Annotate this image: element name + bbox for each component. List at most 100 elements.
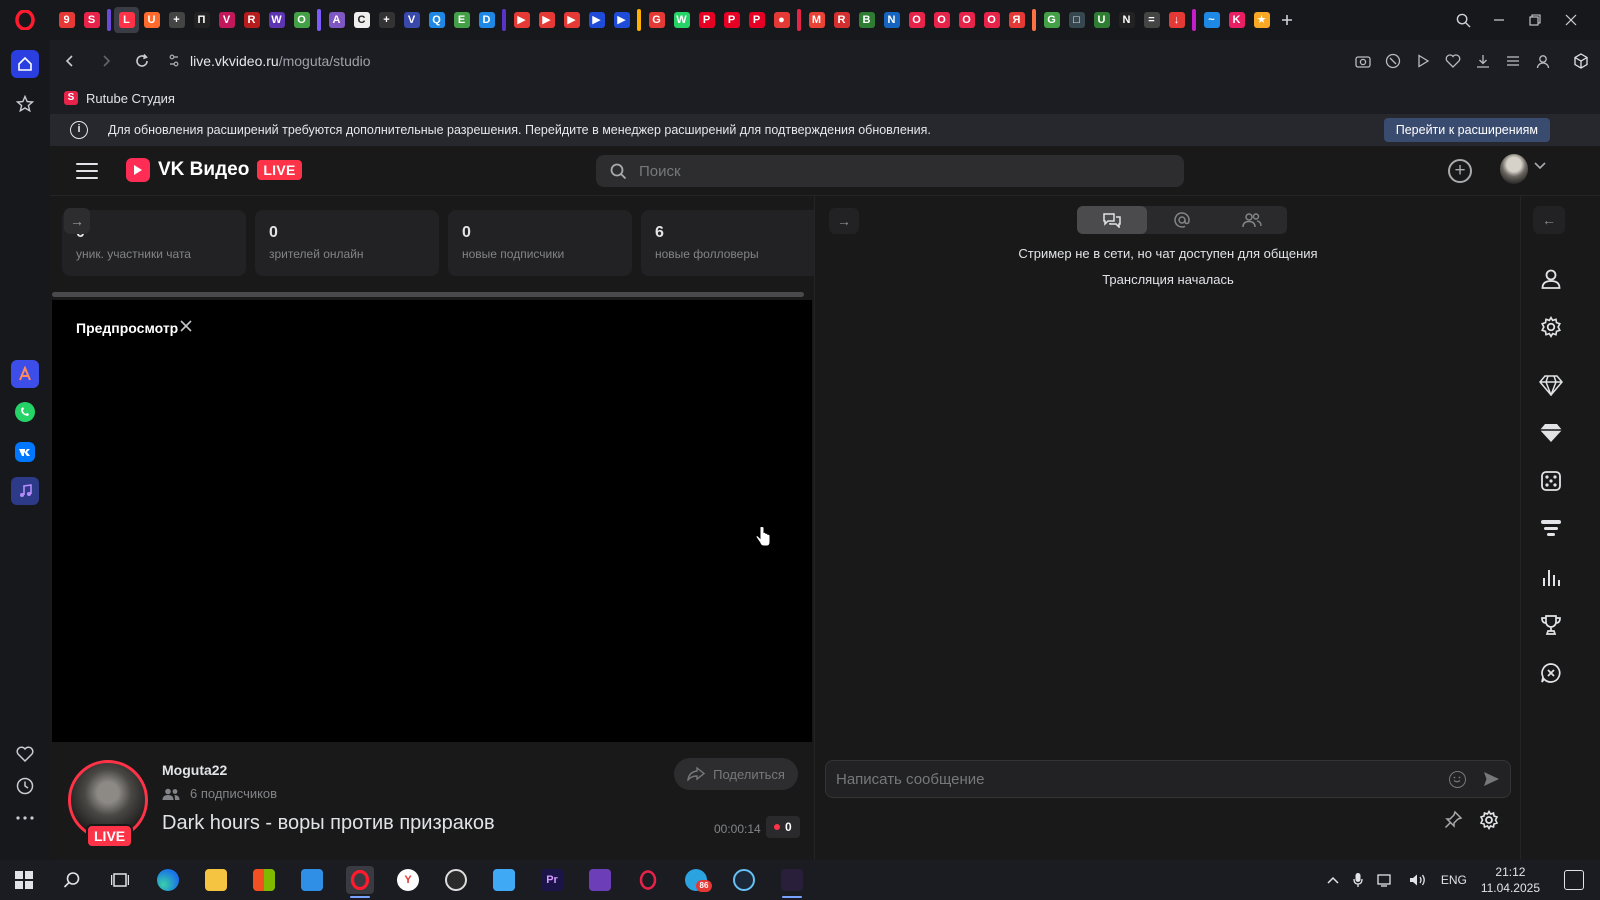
tab-13[interactable]: + (374, 7, 399, 33)
user-avatar[interactable] (1500, 154, 1528, 184)
adblock-shield-icon[interactable] (1383, 48, 1402, 74)
tab-25[interactable]: P (694, 7, 719, 33)
collapse-tools-arrow-icon[interactable]: ← (1533, 206, 1565, 234)
opera-logo-icon[interactable] (0, 0, 50, 40)
history-clock-icon[interactable] (11, 772, 39, 800)
opera-taskbar-icon[interactable] (346, 866, 374, 898)
minimize-window-button[interactable] (1488, 9, 1510, 31)
donation-goal-icon[interactable] (1538, 516, 1564, 542)
back-button[interactable] (54, 45, 86, 77)
edge-browser-icon[interactable] (154, 866, 182, 894)
tab-39[interactable]: □ (1064, 7, 1089, 33)
tab-8[interactable]: R (239, 7, 264, 33)
bookmark-heart-icon[interactable] (1443, 48, 1462, 74)
tab-20[interactable]: ▶ (559, 7, 584, 33)
search-input[interactable]: Поиск (596, 155, 1184, 187)
reload-button[interactable] (126, 45, 158, 77)
send-message-icon[interactable] (1482, 770, 1500, 788)
heart-icon[interactable] (11, 740, 39, 768)
tab-33[interactable]: O (904, 7, 929, 33)
search-tabs-icon[interactable] (1452, 9, 1474, 31)
vk-video-logo[interactable]: VK Видео LIVE (126, 158, 302, 182)
input-language[interactable]: ENG (1441, 873, 1467, 887)
tab-rutube[interactable]: S (79, 7, 104, 33)
obs-studio-icon[interactable] (442, 866, 470, 894)
tab-chat-messages[interactable] (1077, 206, 1147, 234)
premiere-pro-icon[interactable]: Pr (538, 866, 566, 894)
tab-7[interactable]: V (214, 7, 239, 33)
restore-window-button[interactable] (1524, 9, 1546, 31)
tab-24[interactable]: W (669, 7, 694, 33)
whatsapp-icon[interactable] (11, 398, 39, 426)
volume-icon[interactable] (1409, 873, 1427, 887)
yandex-browser-icon[interactable]: Y (394, 866, 422, 894)
share-button[interactable]: Поделиться (674, 758, 798, 790)
add-content-plus-icon[interactable]: + (1448, 159, 1472, 183)
profile-user-icon[interactable] (1538, 266, 1564, 292)
steam-icon[interactable] (730, 866, 758, 894)
tab-23[interactable]: G (644, 7, 669, 33)
forward-button[interactable] (90, 45, 122, 77)
tab-32[interactable]: N (879, 7, 904, 33)
pin-message-icon[interactable] (1443, 810, 1463, 830)
tab-vk-live[interactable]: L (114, 7, 139, 33)
trophy-icon[interactable] (1538, 612, 1564, 638)
tab-21[interactable]: ▶ (584, 7, 609, 33)
tab-26[interactable]: P (719, 7, 744, 33)
tab-41[interactable]: N (1114, 7, 1139, 33)
aria-ai-icon[interactable] (11, 360, 39, 388)
tab-17[interactable]: D (474, 7, 499, 33)
file-explorer-icon[interactable] (202, 866, 230, 894)
expand-arrow-right-icon[interactable]: → (64, 208, 90, 234)
tab-1[interactable]: 9 (54, 7, 79, 33)
tab-38[interactable]: G (1039, 7, 1064, 33)
collapse-chat-arrow-icon[interactable]: → (829, 208, 859, 234)
gem-filled-icon[interactable] (1538, 420, 1564, 446)
pinboard-star-icon[interactable] (11, 90, 39, 118)
statistics-bars-icon[interactable] (1538, 564, 1564, 590)
menu-hamburger-icon[interactable] (76, 160, 98, 182)
tab-6[interactable]: П (189, 7, 214, 33)
url-field[interactable]: live.vkvideo.ru/moguta/studio (168, 53, 371, 69)
close-preview-icon[interactable] (180, 320, 192, 332)
tab-participants[interactable] (1217, 206, 1287, 234)
windows-start-icon[interactable] (10, 866, 38, 894)
tab-31[interactable]: B (854, 7, 879, 33)
tab-46[interactable]: ★ (1249, 7, 1274, 33)
tab-5[interactable]: + (164, 7, 189, 33)
chat-message-input[interactable]: Написать сообщение (825, 760, 1511, 798)
tab-35[interactable]: O (954, 7, 979, 33)
tab-11[interactable]: A (324, 7, 349, 33)
tab-34[interactable]: O (929, 7, 954, 33)
vk-messenger-icon[interactable] (11, 438, 39, 466)
tab-14[interactable]: V (399, 7, 424, 33)
play-icon[interactable] (1413, 48, 1432, 74)
chat-settings-gear-icon[interactable] (1479, 810, 1499, 830)
tab-29[interactable]: M (804, 7, 829, 33)
snapshot-camera-icon[interactable] (1353, 48, 1372, 74)
close-window-button[interactable] (1560, 9, 1582, 31)
tab-42[interactable]: = (1139, 7, 1164, 33)
tab-28[interactable]: ● (769, 7, 794, 33)
tab-40[interactable]: U (1089, 7, 1114, 33)
remote-desktop-icon[interactable] (490, 866, 518, 894)
taskbar-search-icon[interactable] (58, 866, 86, 894)
notifications-icon[interactable] (1564, 870, 1584, 890)
tab-36[interactable]: O (979, 7, 1004, 33)
mail-icon[interactable] (298, 866, 326, 894)
dice-icon[interactable] (1538, 468, 1564, 494)
stream-title[interactable]: Dark hours - воры против призраков (162, 812, 495, 835)
tab-mentions[interactable] (1147, 206, 1217, 234)
tab-12[interactable]: C (349, 7, 374, 33)
tab-19[interactable]: ▶ (534, 7, 559, 33)
tab-10[interactable]: O (289, 7, 314, 33)
tab-4[interactable]: U (139, 7, 164, 33)
site-info-icon[interactable] (168, 54, 180, 68)
settings-gear-icon[interactable] (1538, 314, 1564, 340)
emoji-smile-icon[interactable] (1449, 771, 1466, 788)
more-dots-icon[interactable] (11, 804, 39, 832)
tab-27[interactable]: P (744, 7, 769, 33)
show-hidden-icons-chevron-icon[interactable] (1327, 876, 1339, 884)
tab-15[interactable]: Q (424, 7, 449, 33)
tab-16[interactable]: E (449, 7, 474, 33)
